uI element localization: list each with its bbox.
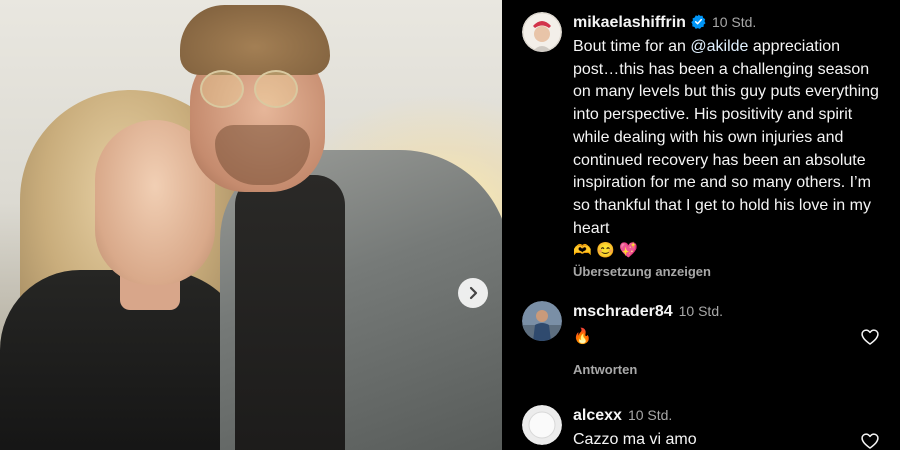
heart-hands-emoji: 🫶	[573, 242, 592, 260]
caption-after: appreciation post…this has been a challe…	[573, 38, 879, 237]
author-avatar[interactable]	[522, 12, 562, 52]
post-timestamp[interactable]: 10 Std.	[712, 14, 756, 30]
caption-text: Bout time for an @akilde appreciation po…	[573, 36, 890, 240]
commenter-username[interactable]: alcexx	[573, 407, 622, 424]
next-photo-button[interactable]	[458, 278, 488, 308]
post-caption: mikaelashiffrin 10 Std. Bout time for an…	[522, 12, 890, 279]
post-photo	[0, 0, 502, 450]
chevron-right-icon	[469, 286, 478, 300]
translate-link[interactable]: Übersetzung anzeigen	[573, 264, 890, 279]
comments-panel: mikaelashiffrin 10 Std. Bout time for an…	[502, 0, 900, 450]
photo-man-glasses	[200, 70, 300, 110]
author-avatar-image	[522, 12, 562, 52]
reply-link[interactable]: Antworten	[573, 362, 890, 377]
comment-text: Cazzo ma vi amo	[573, 431, 697, 448]
author-username[interactable]: mikaelashiffrin	[573, 14, 686, 31]
caption-emojis: 🫶 😊 💖	[573, 240, 890, 262]
caption-before: Bout time for an	[573, 38, 691, 55]
comment-item: alcexx 10 Std. Cazzo ma vi amo	[522, 405, 890, 450]
comment-timestamp[interactable]: 10 Std.	[628, 407, 672, 423]
commenter-avatar-image	[522, 405, 562, 445]
caption-mention-link[interactable]: @akilde	[690, 38, 748, 55]
smiling-face-emoji: 😊	[596, 242, 615, 260]
sparkling-heart-emoji: 💖	[619, 242, 638, 260]
photo-man-hair	[180, 5, 330, 75]
verified-badge-icon	[691, 14, 706, 29]
comment-text: 🔥	[573, 328, 592, 345]
commenter-avatar[interactable]	[522, 405, 562, 445]
commenter-avatar[interactable]	[522, 301, 562, 341]
commenter-username[interactable]: mschrader84	[573, 303, 673, 320]
comment-timestamp[interactable]: 10 Std.	[679, 303, 723, 319]
commenter-avatar-image	[522, 301, 562, 341]
heart-outline-icon[interactable]	[860, 327, 880, 347]
heart-outline-icon[interactable]	[860, 431, 880, 450]
photo-man-shirt	[235, 175, 345, 450]
comment-item: mschrader84 10 Std. 🔥 Antworten	[522, 301, 890, 377]
